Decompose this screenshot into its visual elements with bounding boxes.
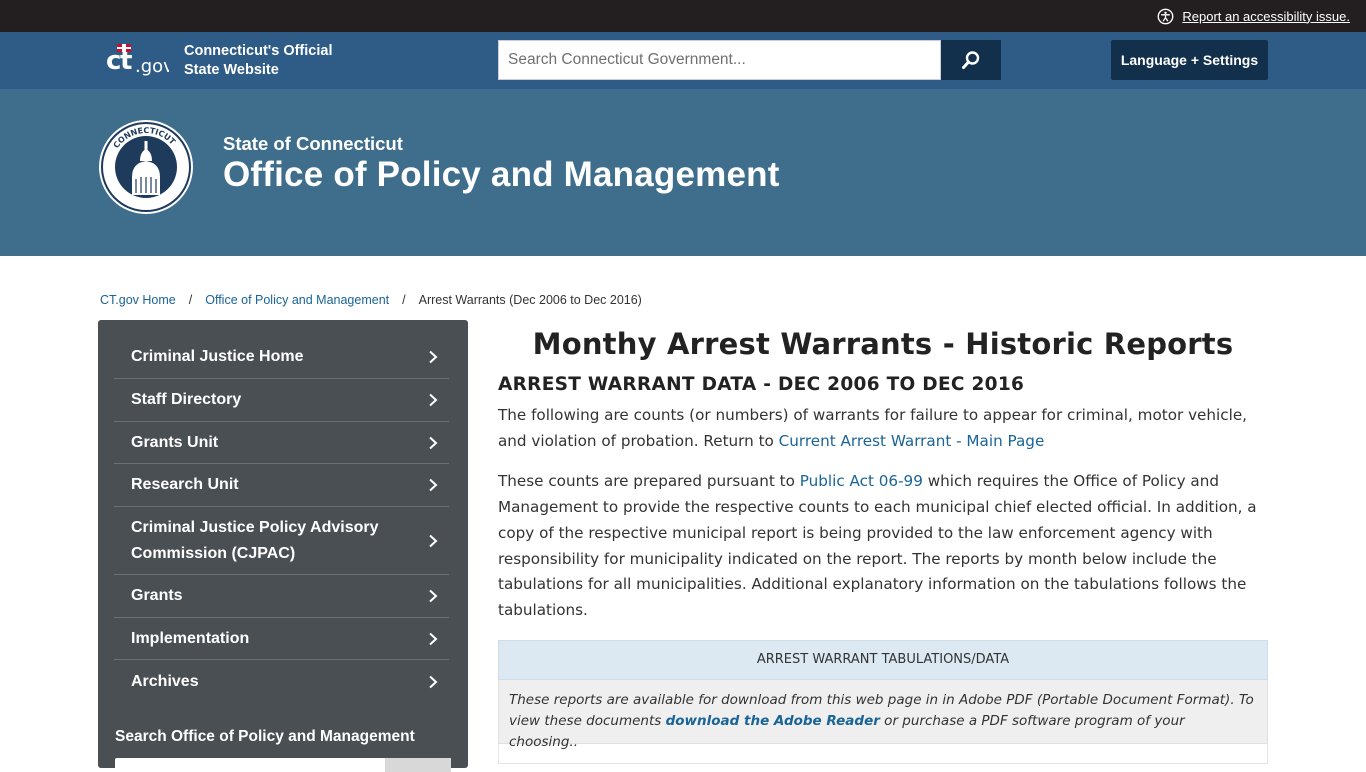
sidebar-item-staff-directory[interactable]: Staff Directory [114,379,449,422]
accessibility-icon [1157,8,1174,24]
chevron-right-icon [429,534,438,547]
utility-bar: Report an accessibility issue. [0,0,1366,32]
sidebar-item-label: Criminal Justice Home [131,348,304,365]
sidebar-item-label: Grants Unit [131,433,219,451]
statute-text-before: These counts are prepared pursuant to [498,472,800,491]
sidebar-item-label-line2: Commission (CJPAC) [131,544,296,562]
agency-seal-logo[interactable]: CONNECTICUT [98,119,194,215]
chevron-right-icon [429,436,438,449]
svg-text:.gov: .gov [135,56,169,77]
breadcrumb-separator: / [188,293,193,307]
language-settings-button[interactable]: Language + Settings [1111,40,1268,80]
agency-name-heading: Office of Policy and Management [223,155,780,194]
sidebar-nav: Criminal Justice Home Staff Directory Gr… [114,336,449,703]
agency-banner: CONNECTICUT State of Connecticut Office … [0,89,1366,256]
sidebar-item-label: Staff Directory [131,391,242,408]
statute-paragraph: These counts are prepared pursuant to Pu… [498,469,1268,623]
sidebar-item-cjpac[interactable]: Criminal Justice Policy Advisory Commiss… [114,507,449,575]
tabulations-note: These reports are available for download… [498,679,1268,750]
sidebar-search-label: Search Office of Policy and Management [115,728,415,745]
section-subtitle: ARREST WARRANT DATA - DEC 2006 TO DEC 20… [498,374,1025,395]
accessibility-report-link[interactable]: Report an accessibility issue. [1157,8,1350,25]
sidebar: Criminal Justice Home Staff Directory Gr… [98,320,468,772]
sidebar-search-input[interactable] [115,758,385,772]
statute-text-after: which requires the Office of Policy and … [498,472,1257,619]
sidebar-item-grants[interactable]: Grants [114,575,449,618]
sidebar-item-grants-unit[interactable]: Grants Unit [114,422,449,464]
site-header: c t .gov Connecticut's Official State We… [0,32,1366,89]
sidebar-item-criminal-justice-home[interactable]: Criminal Justice Home [114,336,449,379]
ct-gov-logo[interactable]: c t .gov [106,42,169,80]
tabulations-header: ARREST WARRANT TABULATIONS/DATA [498,639,1268,680]
chevron-right-icon [429,589,438,603]
breadcrumb-opm-link[interactable]: Office of Policy and Management [205,293,389,307]
current-arrest-warrant-link[interactable]: Current Arrest Warrant - Main Page [779,432,1045,450]
chevron-right-icon [429,675,438,688]
sidebar-item-archives[interactable]: Archives [114,660,449,703]
site-name: Connecticut's Official State Website [184,42,332,80]
sidebar-item-implementation[interactable]: Implementation [114,618,449,660]
sidebar-search-button[interactable] [385,758,451,772]
sidebar-item-label-wrap: Criminal Justice Policy Advisory Commiss… [131,515,379,567]
breadcrumb-current: Arrest Warrants (Dec 2006 to Dec 2016) [418,293,642,307]
sidebar-item-research-unit[interactable]: Research Unit [114,464,449,507]
adobe-reader-link[interactable]: download the Adobe Reader [666,713,880,729]
tabulations-row [498,743,1268,764]
chevron-right-icon [429,393,438,407]
chevron-right-icon [429,350,438,364]
breadcrumb-separator: / [402,293,406,307]
agency-state-label: State of Connecticut [223,133,403,154]
site-name-line1: Connecticut's Official [184,43,333,59]
breadcrumb: CT.gov Home / Office of Policy and Manag… [100,293,642,307]
global-search-input[interactable]: Search Connecticut Government... [498,40,941,80]
site-name-line2: State Website [184,62,279,78]
intro-paragraph: The following are counts (or numbers) of… [498,403,1268,454]
global-search-button[interactable] [941,40,1001,80]
main-content: Monthy Arrest Warrants - Historic Report… [498,320,1268,764]
accessibility-report-label: Report an accessibility issue. [1182,8,1350,24]
chevron-right-icon [429,478,438,492]
sidebar-item-label: Archives [131,672,199,690]
sidebar-item-label: Implementation [131,629,250,647]
search-icon [962,51,980,69]
breadcrumb-home-link[interactable]: CT.gov Home [100,293,176,307]
public-act-link[interactable]: Public Act 06-99 [800,472,923,490]
page-title: Monthy Arrest Warrants - Historic Report… [532,327,1234,361]
sidebar-item-label: Research Unit [131,476,239,493]
sidebar-item-label: Criminal Justice Policy Advisory [131,518,379,536]
sidebar-item-label: Grants [131,587,183,604]
global-search-placeholder: Search Connecticut Government... [508,51,746,68]
chevron-right-icon [429,632,438,645]
